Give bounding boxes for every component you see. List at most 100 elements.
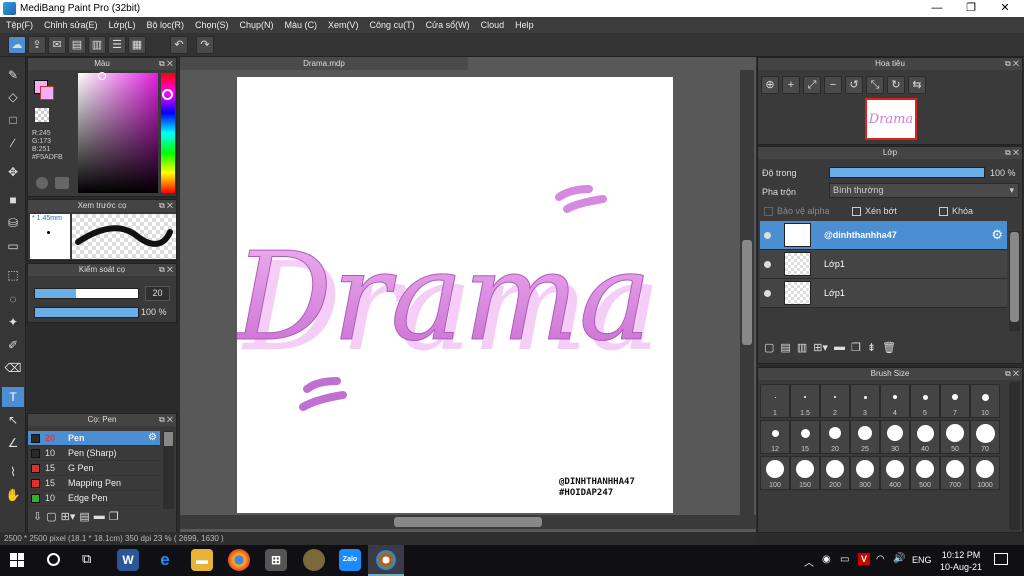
brush-size-preset[interactable]: 1000 [970, 456, 1000, 490]
brush-size-preset[interactable]: 700 [940, 456, 970, 490]
new-layer-icon[interactable]: ▢ [764, 341, 774, 354]
brush-size-preset[interactable]: 4 [880, 384, 910, 418]
task-view-icon[interactable]: ⧉ [82, 551, 91, 567]
brush-size-slider[interactable] [34, 288, 139, 299]
menu-view[interactable]: Xem(V) [322, 20, 364, 30]
canvas-horizontal-scrollbar[interactable] [180, 515, 756, 529]
brush-list-item[interactable]: 15 G Pen [28, 461, 160, 476]
brush-folder-icon[interactable]: ▬ [94, 510, 105, 530]
brush-size-preset[interactable]: 1 [760, 384, 790, 418]
store-icon[interactable]: ⊞ [265, 549, 287, 571]
menu-select[interactable]: Chọn(S) [189, 20, 234, 30]
brush-opacity-slider[interactable] [34, 307, 139, 318]
windows-start-icon[interactable] [10, 553, 24, 567]
new-brush-icon[interactable]: ▢ [46, 510, 56, 530]
new-halftone-layer-icon[interactable]: ▤ [780, 341, 790, 354]
clock[interactable]: 10:12 PM 10-Aug-21 [940, 549, 982, 573]
horizontal-scroll-thumb[interactable] [394, 517, 542, 527]
sv-picker-cursor[interactable] [98, 72, 106, 80]
brush-size-preset[interactable]: 10 [970, 384, 1000, 418]
hue-slider-handle[interactable] [162, 89, 173, 100]
color-picker-icon[interactable] [55, 177, 69, 189]
minimize-button[interactable]: — [920, 0, 954, 17]
brush-size-preset[interactable]: 50 [940, 420, 970, 454]
gear-icon[interactable]: ⚙ [148, 432, 157, 443]
brush-add-icon[interactable]: ⊞▾ [61, 510, 76, 530]
panel-close-icon[interactable]: ⧉ ✕ [1005, 368, 1019, 380]
app-icon[interactable] [303, 549, 325, 571]
fill-rect-tool-icon[interactable]: ■ [2, 190, 24, 210]
redo-icon[interactable]: ↷ [196, 36, 214, 54]
tray-meet-icon[interactable]: ◉ [822, 554, 831, 565]
brush-size-preset[interactable]: 20 [820, 420, 850, 454]
undo-icon[interactable]: ↶ [170, 36, 188, 54]
brush-list-item[interactable]: 10 Edge Pen [28, 491, 160, 506]
layer-row[interactable]: Lớp1 [760, 279, 1007, 308]
navigator-thumbnail[interactable]: Drama [865, 98, 917, 140]
antivirus-icon[interactable]: V [858, 553, 870, 565]
edge-icon[interactable]: e [154, 549, 176, 571]
layer-visibility-icon[interactable] [764, 290, 771, 297]
fit-window-icon[interactable]: ⤡ [866, 76, 884, 94]
text-tool-icon[interactable]: T [2, 387, 24, 407]
add-layer-dropdown-icon[interactable]: ⊞▾ [813, 341, 828, 354]
volume-icon[interactable]: 🔊 [893, 553, 905, 564]
brush-size-preset[interactable]: 70 [970, 420, 1000, 454]
panel-close-icon[interactable]: ⧉ ✕ [159, 200, 173, 212]
file-explorer-icon[interactable]: ▬ [191, 549, 213, 571]
actual-size-icon[interactable]: ⤢ [803, 76, 821, 94]
maximize-button[interactable]: ❐ [954, 0, 988, 17]
document-tab[interactable]: Drama.mdp [180, 57, 468, 70]
layer-visibility-icon[interactable] [764, 261, 771, 268]
hand-tool-icon[interactable]: ✋ [2, 485, 24, 505]
divide-tool-icon[interactable]: ∠ [2, 433, 24, 453]
brush-size-preset[interactable]: 40 [910, 420, 940, 454]
operation-tool-icon[interactable]: ↖ [2, 410, 24, 430]
menu-filter[interactable]: Bộ lọc(R) [140, 20, 189, 30]
zoom-out-icon[interactable]: − [824, 76, 842, 94]
canvas-vertical-scrollbar[interactable] [740, 70, 754, 515]
grid-icon[interactable]: ▦ [128, 36, 146, 54]
brush-size-preset[interactable]: 25 [850, 420, 880, 454]
comic-icon[interactable]: ▤ [68, 36, 86, 54]
zoom-in-icon[interactable]: + [782, 76, 800, 94]
brush-size-preset[interactable]: 500 [910, 456, 940, 490]
panel-close-icon[interactable]: ⧉ ✕ [159, 58, 173, 70]
chrome-icon[interactable] [228, 549, 250, 571]
transparent-color-swatch[interactable] [35, 108, 49, 122]
brush-list-item[interactable]: 15 Mapping Pen [28, 476, 160, 491]
brush-size-preset[interactable]: 3 [850, 384, 880, 418]
move-tool-icon[interactable]: ✥ [2, 162, 24, 182]
brush-size-preset[interactable]: 400 [880, 456, 910, 490]
rotate-left-icon[interactable]: ↺ [845, 76, 863, 94]
layer-folder-icon[interactable]: ▬ [834, 341, 845, 354]
lock-checkbox[interactable] [939, 206, 948, 216]
saturation-value-picker[interactable] [78, 73, 158, 193]
select-rect-icon[interactable]: ⬚ [2, 265, 24, 285]
menu-window[interactable]: Cửa sổ(W) [420, 20, 475, 30]
brush-list-scrollbar[interactable] [163, 431, 174, 509]
panel-close-icon[interactable]: ⧉ ✕ [1005, 147, 1019, 159]
canvas-paper[interactable]: Drama Drama @DINHTHANHHA47 #HOIDAP247 [237, 77, 673, 513]
blend-mode-select[interactable]: Bình thường ▾ [829, 183, 1019, 198]
cloud-icon[interactable]: ☁ [8, 36, 26, 54]
brush-size-preset[interactable]: 30 [880, 420, 910, 454]
eyedropper-icon[interactable]: ⌇ [2, 462, 24, 482]
brush-size-preset[interactable]: 1.5 [790, 384, 820, 418]
lasso-icon[interactable]: ◌ [2, 289, 24, 309]
language-indicator[interactable]: ENG [912, 555, 932, 565]
menu-snap[interactable]: Chụp(N) [234, 20, 279, 30]
menu-help[interactable]: Help [509, 20, 539, 30]
line-tool-icon[interactable]: ∕ [2, 133, 24, 153]
palette-icon[interactable] [36, 177, 48, 189]
brush-size-scrollbar[interactable] [1009, 382, 1020, 530]
protect-alpha-checkbox[interactable] [764, 206, 773, 216]
brush-download-icon[interactable]: ⇩ [33, 510, 42, 530]
brush-copy-icon[interactable]: ❐ [109, 510, 119, 530]
layer-row[interactable]: Lớp1 [760, 250, 1007, 279]
new-8bit-layer-icon[interactable]: ▥ [797, 341, 807, 354]
layer-opacity-slider[interactable] [829, 167, 985, 178]
brush-size-preset[interactable]: 12 [760, 420, 790, 454]
brush-tool-icon[interactable]: ✎ [2, 65, 24, 85]
zalo-icon[interactable]: Zalo [339, 549, 361, 571]
